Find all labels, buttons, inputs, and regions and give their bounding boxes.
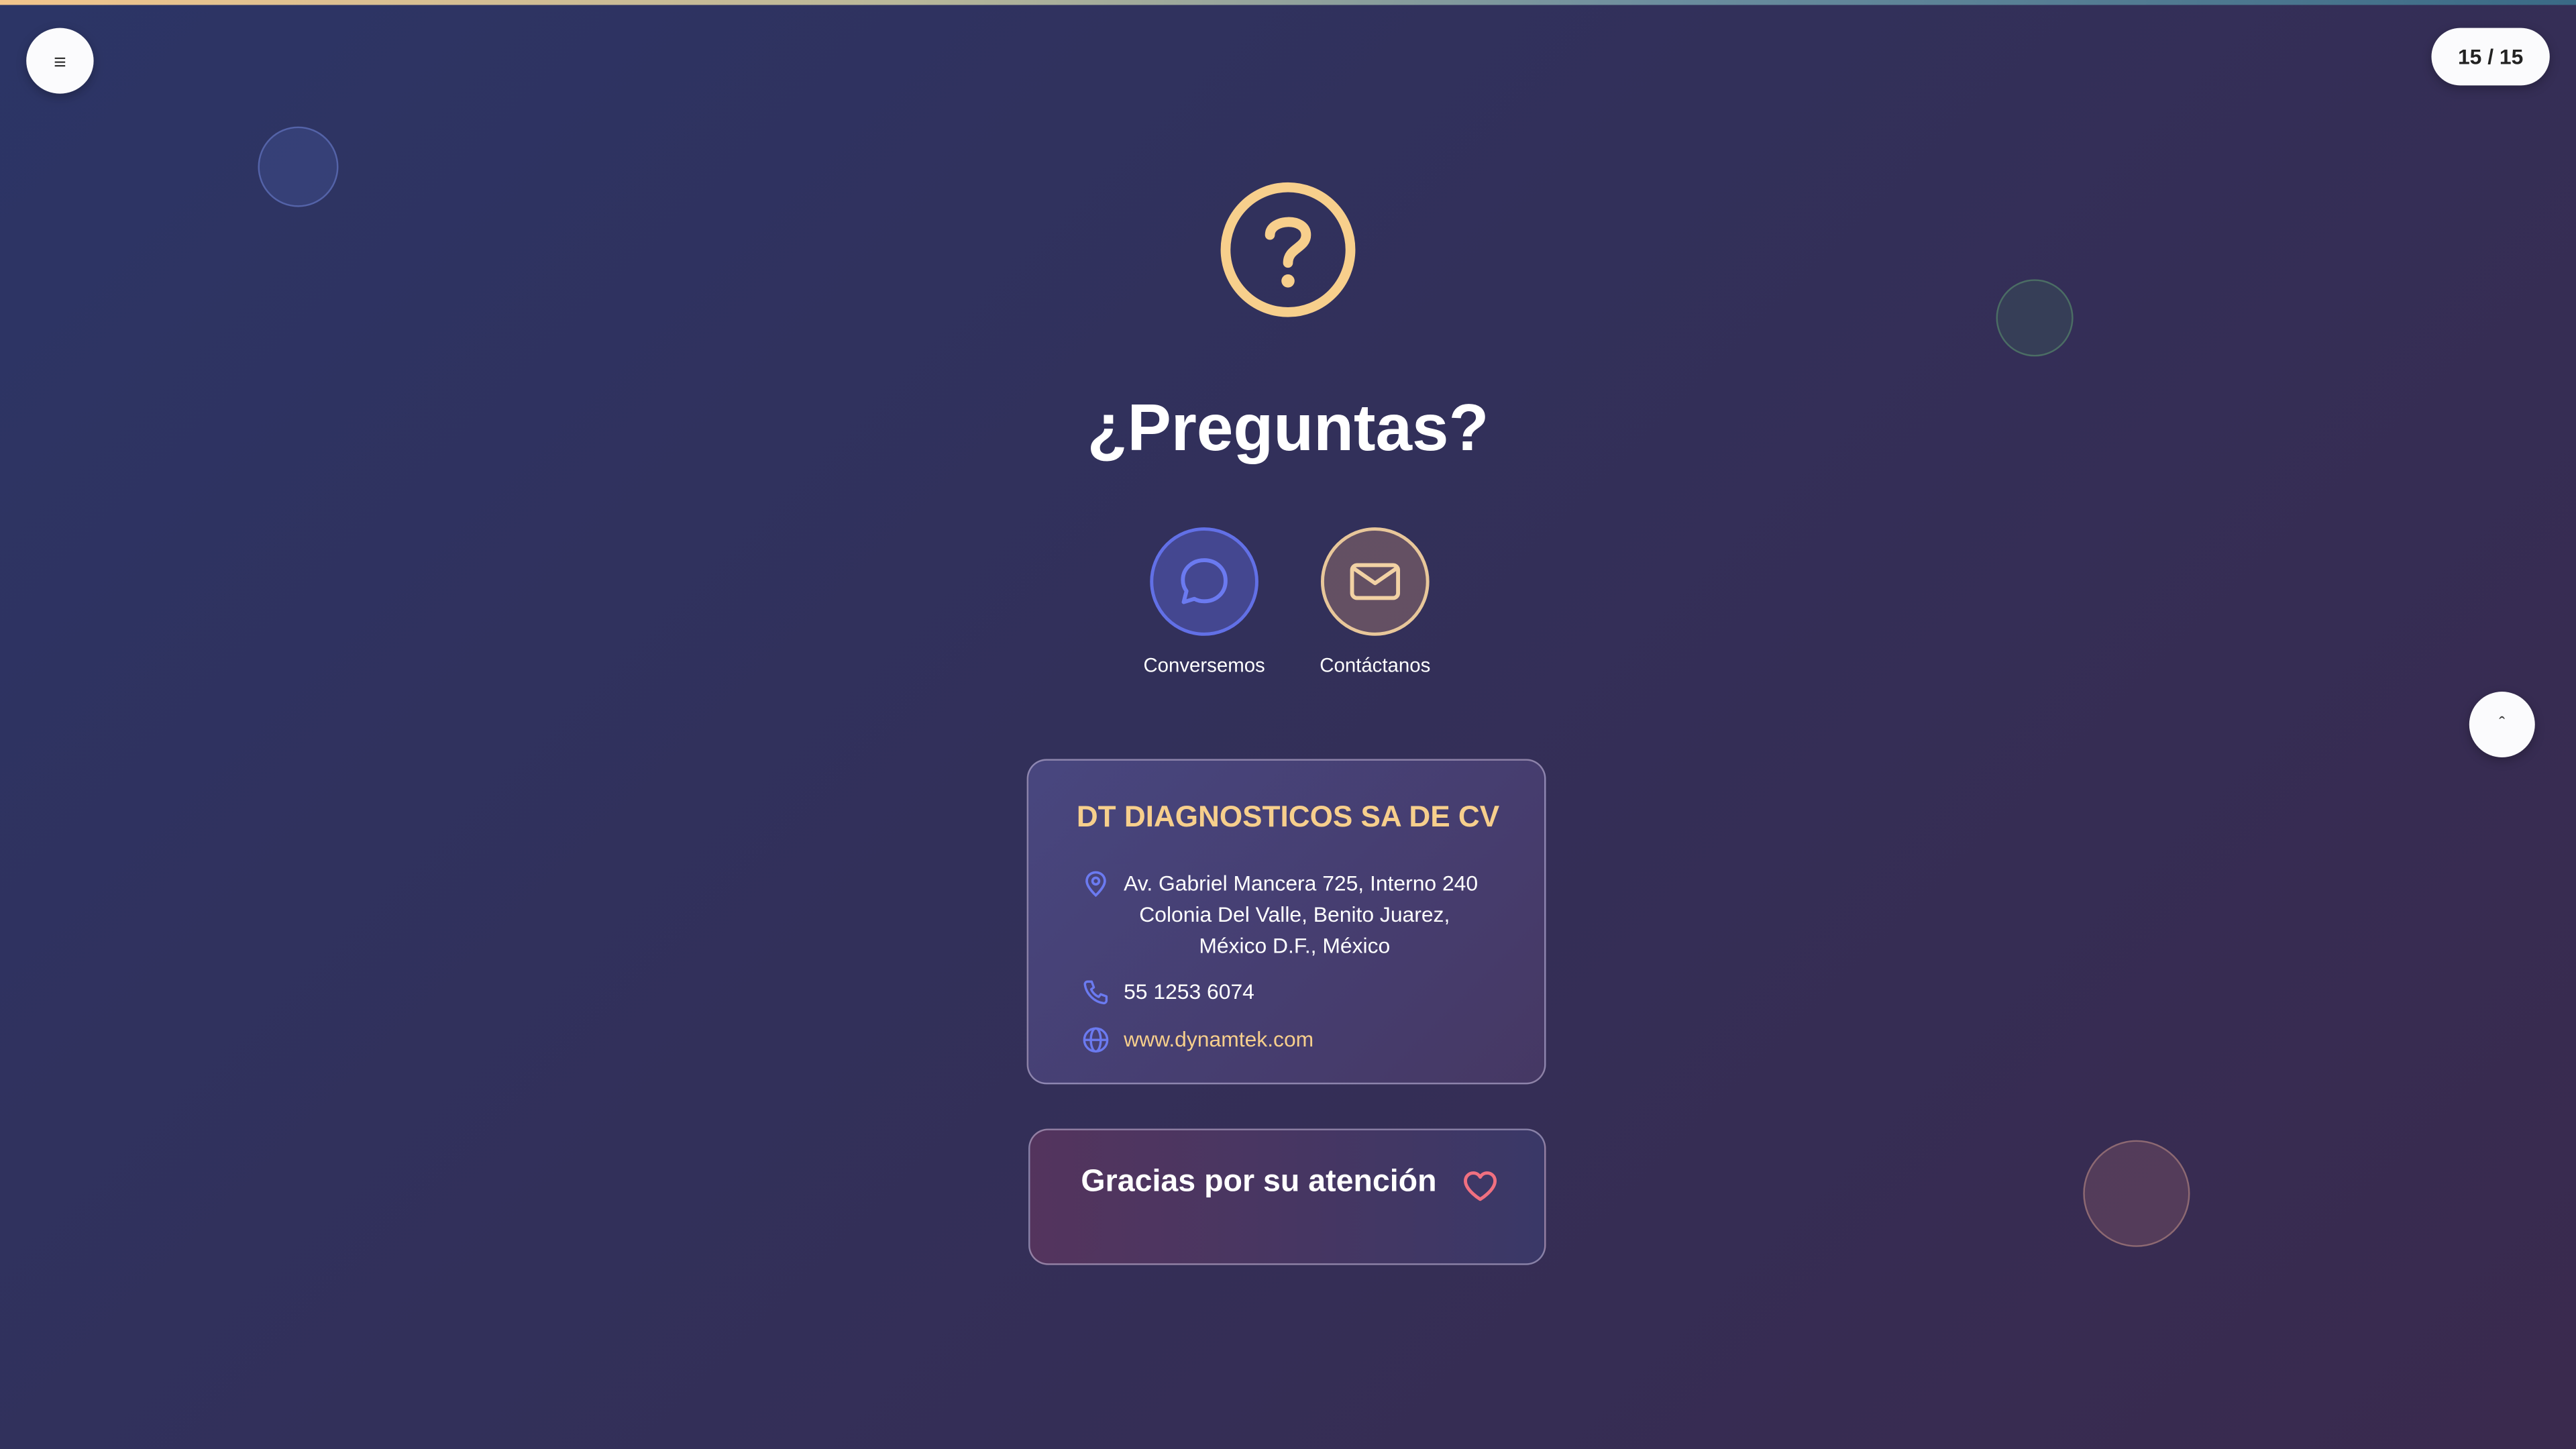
company-address: Av. Gabriel Mancera 725, Interno 240 Col…: [1081, 867, 1508, 961]
menu-icon: ≡: [54, 48, 66, 73]
menu-button[interactable]: ≡: [26, 28, 94, 94]
contact-action-button[interactable]: [1320, 527, 1430, 636]
mail-icon: [1350, 563, 1401, 600]
company-name: DT DIAGNOSTICOS SA DE CV: [1076, 800, 1500, 833]
chevron-up-icon: ˆ: [2499, 714, 2506, 735]
chat-bubble-icon: [1181, 558, 1228, 604]
decorative-circle: [258, 126, 339, 207]
chat-action-button[interactable]: [1150, 527, 1258, 636]
decorative-circle: [1996, 279, 2074, 357]
company-info-card: DT DIAGNOSTICOS SA DE CV Av. Gabriel Man…: [1026, 759, 1546, 1085]
scroll-top-button[interactable]: ˆ: [2469, 692, 2535, 757]
chat-action[interactable]: Conversemos: [1122, 527, 1287, 678]
website-link[interactable]: www.dynamtek.com: [1124, 1027, 1313, 1052]
decorative-circle: [2083, 1140, 2190, 1247]
contact-action[interactable]: Contáctanos: [1293, 527, 1457, 678]
progress-bar: [0, 0, 2576, 5]
page-title: ¿Preguntas?: [1087, 392, 1489, 466]
heart-icon: [1464, 1171, 1497, 1201]
thanks-text: Gracias por su atención: [1081, 1165, 1437, 1199]
address-line-2: Colonia Del Valle, Benito Juarez,: [1139, 902, 1450, 927]
company-website[interactable]: www.dynamtek.com: [1081, 1024, 1313, 1055]
address-line-3: México D.F., México: [1199, 933, 1391, 958]
phone-number: 55 1253 6074: [1124, 979, 1254, 1004]
chat-action-label: Conversemos: [1143, 653, 1265, 677]
company-phone[interactable]: 55 1253 6074: [1081, 976, 1254, 1008]
location-pin-icon: [1085, 871, 1106, 898]
globe-icon: [1083, 1027, 1109, 1053]
question-icon: [1220, 182, 1356, 317]
slide-stage: ≡ 15 / 15 ˆ ¿Preguntas? Conversemos Cont…: [0, 0, 2576, 1449]
contact-action-label: Contáctanos: [1320, 653, 1431, 677]
phone-icon: [1083, 980, 1108, 1005]
page-counter: 15 / 15: [2431, 28, 2550, 86]
thanks-card: Gracias por su atención: [1028, 1128, 1546, 1265]
address-line-1: Av. Gabriel Mancera 725, Interno 240: [1124, 870, 1479, 896]
